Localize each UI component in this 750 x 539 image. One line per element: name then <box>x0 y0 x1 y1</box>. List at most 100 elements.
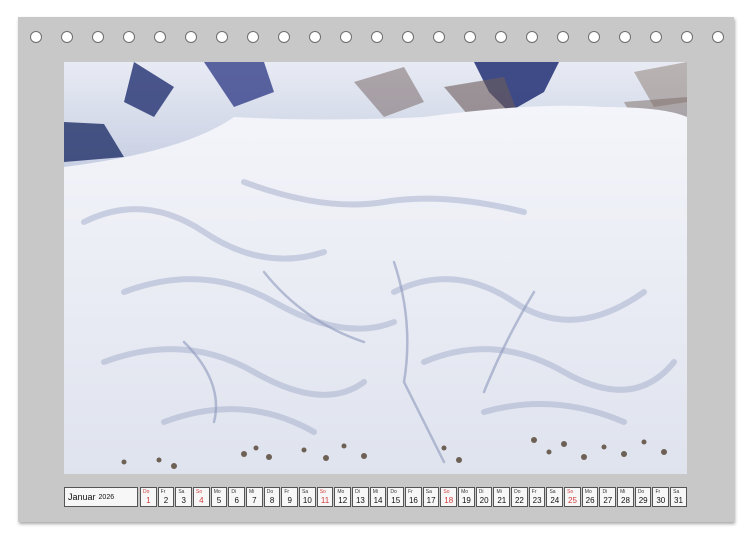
weekday-label: Fr <box>655 489 661 495</box>
day-number: 12 <box>338 496 348 505</box>
day-cell: So 4 <box>193 487 210 507</box>
weekday-label: Do <box>266 489 274 495</box>
day-cell: Sa 3 <box>175 487 193 507</box>
day-cell: Mi 21 <box>493 487 511 507</box>
day-cell: Do 15 <box>387 487 405 507</box>
binding-hole <box>278 31 290 43</box>
day-cell: Mo 26 <box>581 487 599 507</box>
binding-hole <box>247 31 259 43</box>
day-number: 11 <box>320 496 330 505</box>
day-cell: So 18 <box>440 487 458 507</box>
binding-hole <box>712 31 724 43</box>
day-cell: Di 27 <box>599 487 617 507</box>
binding-hole <box>588 31 600 43</box>
day-number: 3 <box>181 496 186 505</box>
binding-hole <box>154 31 166 43</box>
binding-hole <box>681 31 693 43</box>
binding-hole <box>340 31 352 43</box>
weekday-label: So <box>567 489 574 495</box>
weekday-label: Mi <box>620 489 626 495</box>
day-number: 28 <box>621 496 630 505</box>
weekday-label: Do <box>637 489 645 495</box>
weekday-label: Fr <box>284 489 290 495</box>
day-number: 24 <box>550 496 560 505</box>
day-cell: Sa 17 <box>422 487 440 507</box>
weekday-label: Sa <box>178 489 185 495</box>
mountain-snow-photo <box>64 62 687 474</box>
binding-hole <box>309 31 321 43</box>
weekday-label: Mi <box>249 489 255 495</box>
weekday-label: Fr <box>531 489 537 495</box>
day-number: 29 <box>638 496 648 505</box>
weekday-label: Do <box>390 489 397 495</box>
day-cell: Mi 7 <box>246 487 263 507</box>
binding-hole <box>495 31 507 43</box>
weekday-label: So <box>196 489 203 495</box>
day-cell: Sa 10 <box>299 487 316 507</box>
day-number: 22 <box>514 496 524 505</box>
weekday-label: Sa <box>302 489 309 495</box>
day-cell: Sa 31 <box>670 487 687 507</box>
day-cell: Fr 9 <box>281 487 299 507</box>
day-number: 7 <box>252 496 257 505</box>
binding-hole <box>185 31 197 43</box>
day-number: 21 <box>497 496 507 505</box>
day-number: 2 <box>163 496 169 505</box>
day-number: 15 <box>391 496 401 505</box>
weekday-label: Fr <box>408 489 413 495</box>
weekday-label: Di <box>231 489 237 495</box>
day-cell: Do 8 <box>263 487 281 507</box>
weekday-label: Di <box>602 489 608 495</box>
day-number: 23 <box>532 496 542 505</box>
weekday-label: Do <box>143 489 150 495</box>
binding-hole <box>123 31 135 43</box>
weekday-label: Do <box>514 489 521 495</box>
calendar-page: Januar 2026 Do 1 Fr 2 Sa 3 So 4 Mo 5 Di 6 Mi 7 Do 8 Fr 9 S… <box>18 17 734 522</box>
day-number: 19 <box>461 496 471 505</box>
binding-hole <box>464 31 476 43</box>
day-cell: Di 13 <box>352 487 369 507</box>
day-cell: Mo 19 <box>458 487 475 507</box>
day-cell: Sa 24 <box>546 487 564 507</box>
year-label: 2026 <box>98 493 115 501</box>
weekday-label: Sa <box>549 489 556 495</box>
day-cells: Do 1 Fr 2 Sa 3 So 4 Mo 5 Di 6 Mi 7 Do 8 Fr 9 Sa 10 So 11 Mo 12 D… <box>140 487 687 507</box>
day-number: 30 <box>656 496 666 505</box>
day-number: 16 <box>408 496 418 505</box>
binding-hole <box>61 31 73 43</box>
day-number: 4 <box>199 496 204 505</box>
binding-hole <box>371 31 383 43</box>
weekday-label: Mo <box>337 489 345 495</box>
weekday-label: Fr <box>160 489 166 495</box>
photo-illustration <box>64 62 687 474</box>
day-number: 27 <box>603 496 613 505</box>
day-cell: Fr 23 <box>528 487 546 507</box>
weekday-label: Sa <box>425 489 432 495</box>
day-number: 10 <box>302 496 312 505</box>
day-number: 6 <box>234 496 239 505</box>
day-cell: Fr 2 <box>157 487 175 507</box>
day-number: 13 <box>355 496 365 505</box>
weekday-label: So <box>443 489 450 495</box>
binding-holes <box>30 31 724 47</box>
day-number: 1 <box>146 496 151 505</box>
weekday-label: Sa <box>673 489 680 495</box>
month-label: Januar 2026 <box>64 487 138 507</box>
day-cell: Fr 16 <box>405 487 422 507</box>
day-cell: Di 6 <box>228 487 246 507</box>
day-cell: Do 22 <box>511 487 528 507</box>
binding-hole <box>650 31 662 43</box>
weekday-label: Di <box>478 489 484 495</box>
day-number: 31 <box>674 496 683 505</box>
day-number: 17 <box>426 496 436 505</box>
weekday-label: Mo <box>213 489 221 495</box>
weekday-label: Mo <box>461 489 469 495</box>
day-cell: Do 29 <box>634 487 652 507</box>
day-number: 5 <box>216 496 222 505</box>
weekday-label: Mi <box>372 489 379 495</box>
binding-hole <box>402 31 414 43</box>
day-cell: Mi 14 <box>369 487 387 507</box>
binding-hole <box>92 31 104 43</box>
binding-hole <box>526 31 538 43</box>
weekday-label: So <box>319 489 326 495</box>
